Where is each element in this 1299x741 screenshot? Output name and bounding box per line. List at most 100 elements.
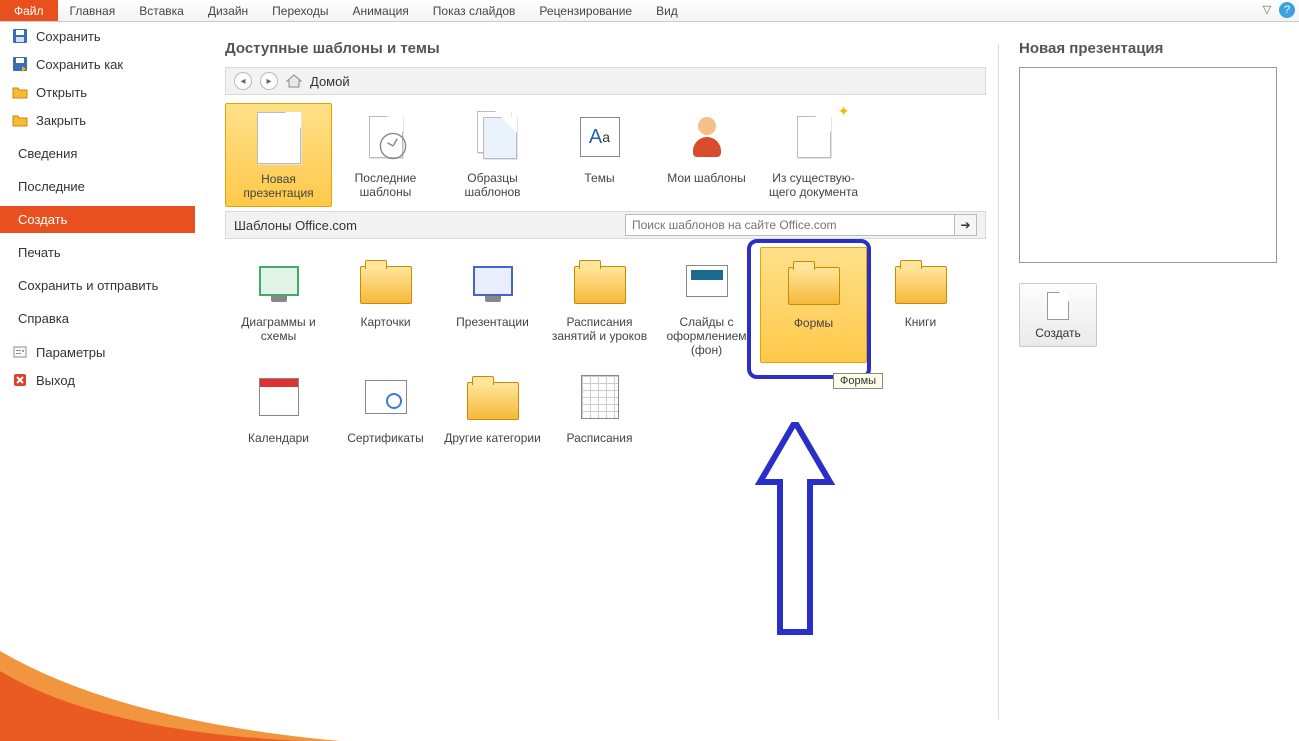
tile-timetables[interactable]: Расписания	[546, 363, 653, 465]
tile-certificates[interactable]: Сертификаты	[332, 363, 439, 465]
menu-label: Закрыть	[36, 113, 86, 128]
options-icon	[12, 344, 28, 360]
decorative-swoosh	[0, 641, 340, 741]
preview-panel: Новая презентация Создать	[999, 22, 1299, 741]
menu-label: Создать	[18, 212, 67, 227]
menu-options[interactable]: Параметры	[0, 338, 195, 366]
menu-open[interactable]: Открыть	[0, 78, 195, 106]
exit-icon	[12, 372, 28, 388]
menu-label: Печать	[18, 245, 61, 260]
save-icon	[12, 28, 28, 44]
search-go-button[interactable]: ➔	[955, 214, 977, 236]
tile-label: Мои шаблоны	[655, 171, 758, 199]
home-icon[interactable]	[286, 73, 302, 89]
menu-share[interactable]: Сохранить и отправить	[0, 272, 195, 299]
menu-label: Сохранить и отправить	[18, 278, 158, 293]
office-templates-bar: Шаблоны Office.com ➔	[225, 211, 986, 239]
tab-review[interactable]: Рецензирование	[527, 0, 644, 21]
tile-label: Диаграммы и схемы	[227, 315, 330, 343]
menu-label: Последние	[18, 179, 85, 194]
tile-from-existing[interactable]: ✦ Из существую-щего документа	[760, 103, 867, 207]
menu-label: Сохранить	[36, 29, 101, 44]
tab-slideshow[interactable]: Показ слайдов	[421, 0, 528, 21]
tooltip-forms: Формы	[833, 373, 883, 389]
menu-label: Параметры	[36, 345, 105, 360]
preview-thumbnail	[1019, 67, 1277, 263]
menu-label: Сохранить как	[36, 57, 123, 72]
tile-forms[interactable]: Формы	[760, 247, 867, 363]
tab-home[interactable]: Главная	[58, 0, 128, 21]
tile-slides-bg[interactable]: Слайды с оформлением (фон)	[653, 247, 760, 363]
menu-create[interactable]: Создать	[0, 206, 195, 233]
sparkle-icon: ✦	[838, 103, 850, 120]
breadcrumb-home[interactable]: Домой	[310, 74, 350, 89]
tab-view[interactable]: Вид	[644, 0, 690, 21]
tile-label: Расписания	[548, 431, 651, 459]
search-input[interactable]	[625, 214, 955, 236]
backstage-menu: Сохранить Сохранить как Открыть Закрыть …	[0, 22, 195, 741]
menu-saveas[interactable]: Сохранить как	[0, 50, 195, 78]
nav-forward-button[interactable]: ▸	[260, 72, 278, 90]
tile-label: Темы	[548, 171, 651, 199]
tile-label: Слайды с оформлением (фон)	[655, 315, 758, 357]
tile-schedules[interactable]: Расписания занятий и уроков	[546, 247, 653, 363]
breadcrumb: ◂ ▸ Домой	[225, 67, 986, 95]
ribbon: Файл Главная Вставка Дизайн Переходы Ани…	[0, 0, 1299, 22]
file-tab[interactable]: Файл	[0, 0, 58, 21]
create-button[interactable]: Создать	[1019, 283, 1097, 347]
tile-my-templates[interactable]: Мои шаблоны	[653, 103, 760, 207]
tile-presentations[interactable]: Презентации	[439, 247, 546, 363]
menu-label: Справка	[18, 311, 69, 326]
menu-recent[interactable]: Последние	[0, 173, 195, 200]
tile-sample-templates[interactable]: Образцы шаблонов	[439, 103, 546, 207]
tile-label: Формы	[763, 316, 864, 344]
tile-recent-templates[interactable]: Последние шаблоны	[332, 103, 439, 207]
tab-transitions[interactable]: Переходы	[260, 0, 340, 21]
tile-label: Образцы шаблонов	[441, 171, 544, 199]
tile-label: Презентации	[441, 315, 544, 343]
tab-design[interactable]: Дизайн	[196, 0, 260, 21]
open-icon	[12, 84, 28, 100]
tab-insert[interactable]: Вставка	[127, 0, 196, 21]
menu-info[interactable]: Сведения	[0, 140, 195, 167]
menu-help[interactable]: Справка	[0, 305, 195, 332]
preview-title: Новая презентация	[1019, 40, 1277, 57]
menu-close[interactable]: Закрыть	[0, 106, 195, 134]
menu-save[interactable]: Сохранить	[0, 22, 195, 50]
template-tiles-row2: Диаграммы и схемы Карточки Презентации Р…	[225, 247, 986, 363]
tile-label: Последние шаблоны	[334, 171, 437, 199]
tile-new-presentation[interactable]: Новая презентация	[225, 103, 332, 207]
tile-label: Новая презентация	[228, 172, 329, 200]
minimize-ribbon-icon[interactable]: ▽	[1259, 2, 1275, 18]
menu-label: Открыть	[36, 85, 87, 100]
tile-themes[interactable]: AaТемы	[546, 103, 653, 207]
tile-calendars[interactable]: Календари	[225, 363, 332, 465]
templates-panel: Доступные шаблоны и темы ◂ ▸ Домой Новая…	[195, 22, 998, 741]
tile-cards[interactable]: Карточки	[332, 247, 439, 363]
close-folder-icon	[12, 112, 28, 128]
main-area: Доступные шаблоны и темы ◂ ▸ Домой Новая…	[195, 22, 1299, 741]
create-label: Создать	[1035, 326, 1081, 340]
tile-label: Карточки	[334, 315, 437, 343]
office-templates-label: Шаблоны Office.com	[234, 218, 357, 233]
help-button[interactable]: ?	[1279, 2, 1295, 18]
menu-label: Сведения	[18, 146, 77, 161]
templates-title: Доступные шаблоны и темы	[225, 40, 986, 57]
tile-label: Другие категории	[441, 431, 544, 459]
menu-print[interactable]: Печать	[0, 239, 195, 266]
saveas-icon	[12, 56, 28, 72]
tile-label: Календари	[227, 431, 330, 459]
tile-books[interactable]: Книги	[867, 247, 974, 363]
tab-animation[interactable]: Анимация	[340, 0, 420, 21]
tile-other-categories[interactable]: Другие категории	[439, 363, 546, 465]
tile-label: Из существую-щего документа	[762, 171, 865, 199]
menu-label: Выход	[36, 373, 75, 388]
tile-label: Сертификаты	[334, 431, 437, 459]
template-tiles-row1: Новая презентация Последние шаблоны Обра…	[225, 103, 986, 207]
tile-label: Расписания занятий и уроков	[548, 315, 651, 343]
menu-exit[interactable]: Выход	[0, 366, 195, 394]
nav-back-button[interactable]: ◂	[234, 72, 252, 90]
tile-diagrams[interactable]: Диаграммы и схемы	[225, 247, 332, 363]
tile-label: Книги	[869, 315, 972, 343]
page-icon	[1047, 292, 1069, 320]
